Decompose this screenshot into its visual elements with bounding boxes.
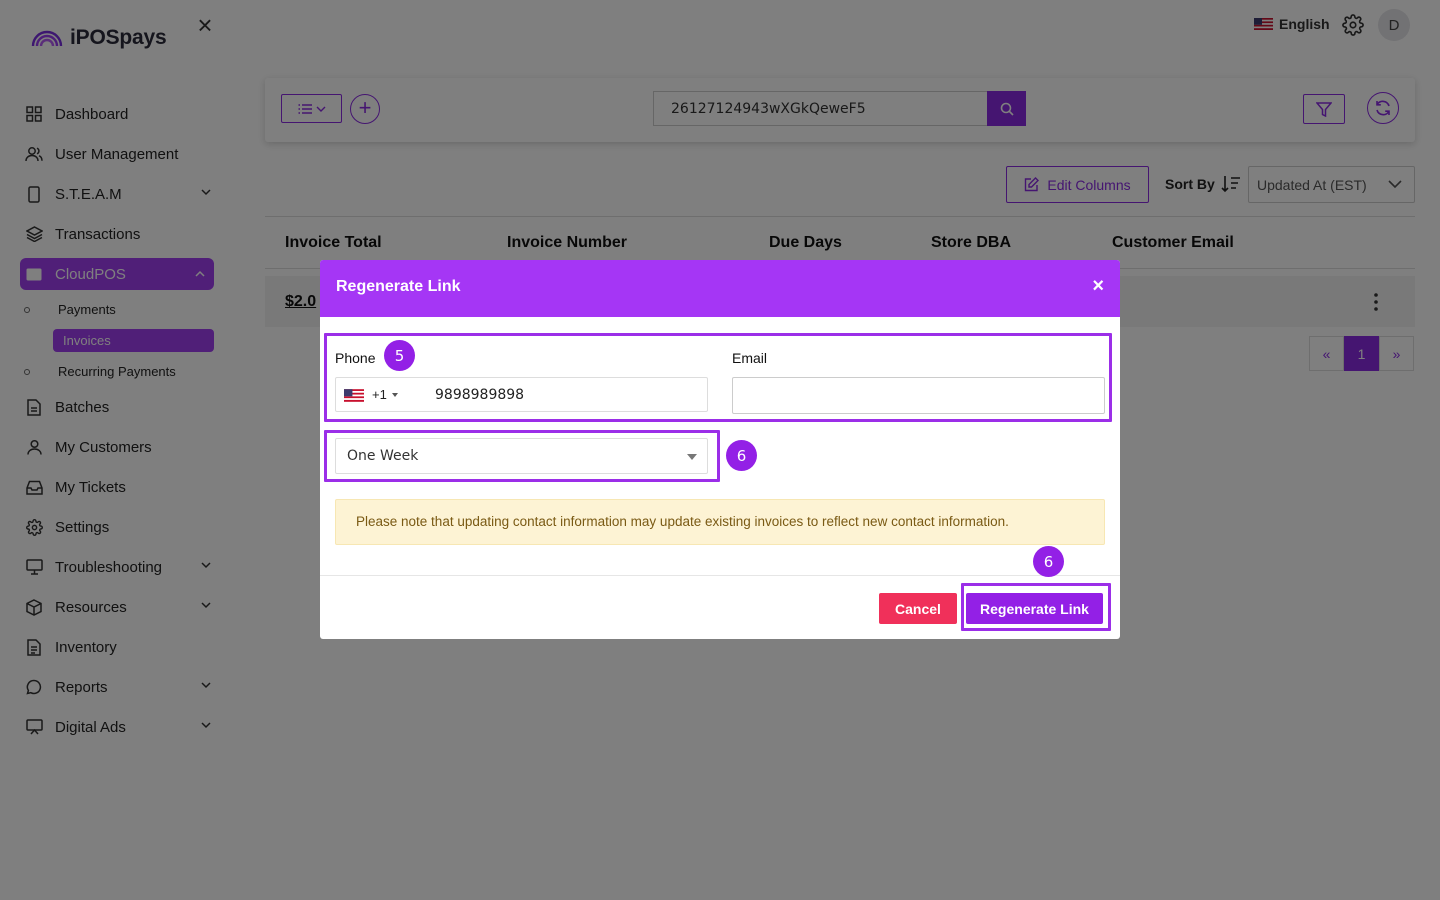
step-badge-6: 6 xyxy=(726,440,757,471)
step-badge-6-regenerate: 6 xyxy=(1033,546,1064,577)
step-badge-5: 5 xyxy=(384,340,415,371)
phone-number-value[interactable]: 9898989898 xyxy=(435,387,524,403)
modal-title: Regenerate Link xyxy=(336,278,461,295)
contact-update-notice: Please note that updating contact inform… xyxy=(335,499,1105,545)
regenerate-link-modal: Regenerate Link × Phone 5 Email +1 98989… xyxy=(320,260,1120,639)
us-flag-icon[interactable] xyxy=(344,389,364,402)
phone-label: Phone xyxy=(335,350,376,366)
link-expiry-value: One Week xyxy=(347,448,419,464)
modal-header: Regenerate Link × xyxy=(320,260,1120,317)
regenerate-link-button[interactable]: Regenerate Link xyxy=(966,593,1103,624)
email-label: Email xyxy=(732,350,768,366)
caret-down-icon xyxy=(687,454,697,460)
caret-down-icon[interactable] xyxy=(392,393,398,397)
country-code[interactable]: +1 xyxy=(372,387,387,402)
link-expiry-select[interactable]: One Week xyxy=(335,438,708,474)
modal-divider xyxy=(320,575,1120,576)
close-icon[interactable]: × xyxy=(1092,275,1104,298)
phone-input[interactable]: +1 9898989898 xyxy=(335,377,708,412)
cancel-button[interactable]: Cancel xyxy=(879,593,957,624)
email-input[interactable] xyxy=(732,377,1105,414)
